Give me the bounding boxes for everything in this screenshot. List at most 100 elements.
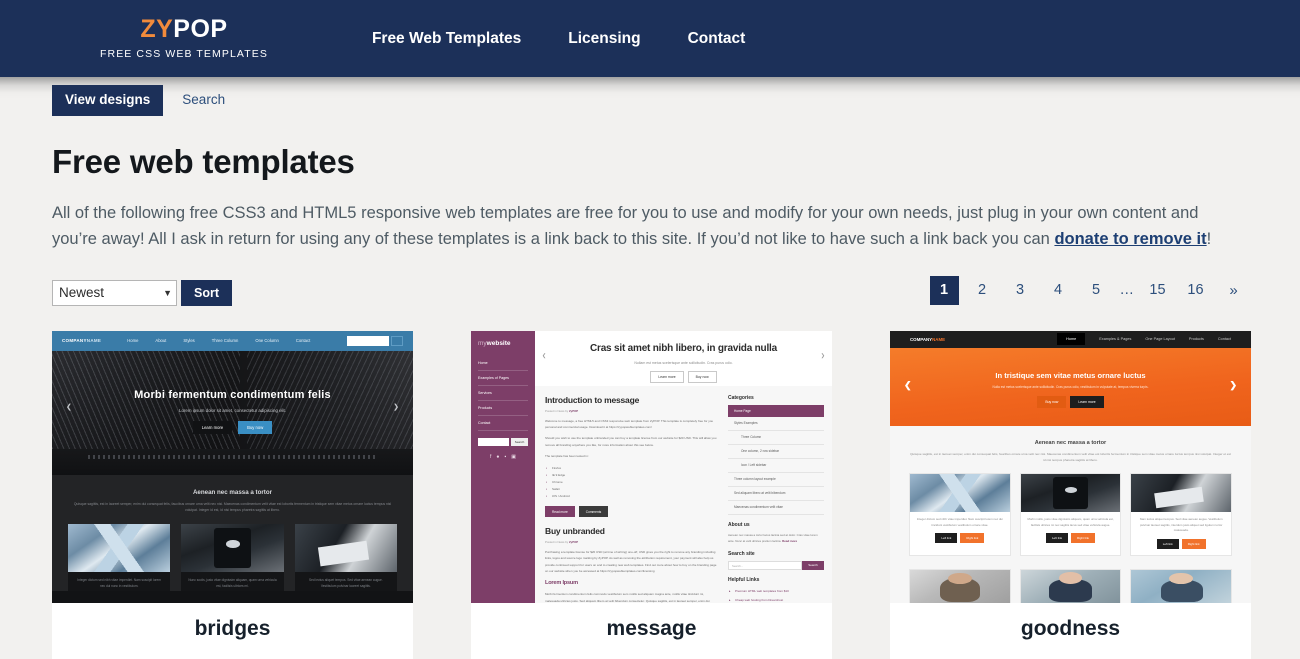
preview-section-title: Aenean nec massa a tortor	[1034, 439, 1107, 446]
template-thumbnail-message[interactable]: mywebsite Home Examples of Pages Service…	[471, 330, 832, 603]
preview-hero-sub: Nulla est metus scelerisque ante sollici…	[992, 384, 1149, 389]
template-name-message[interactable]: message	[471, 602, 832, 659]
preview-logo-light: COMPANY	[62, 338, 87, 344]
preview-right-link: Right link	[1071, 533, 1095, 544]
nav-contact[interactable]: Contact	[688, 30, 746, 48]
chevron-down-icon: ▼	[163, 287, 172, 298]
template-card-goodness[interactable]: COMPANYNAME Home Examples & Pages One Pa…	[890, 330, 1251, 659]
preview-logo: COMPANYNAME	[62, 338, 101, 343]
preview-hero-sub: Lorem ipsum dolor sit amet, consectetur …	[179, 407, 286, 413]
sort-group: Newest ▼ Sort	[52, 279, 232, 306]
preview-feature-image	[1131, 474, 1232, 512]
preview-right-link: Right link	[1181, 538, 1206, 549]
preview-feature-text: Integer dictum sed nibh vitae imperdiet.…	[916, 517, 1003, 527]
brand-pop: POP	[173, 15, 228, 44]
sort-button[interactable]: Sort	[181, 279, 232, 306]
preview-post-meta-text: Posted in News by	[545, 540, 569, 545]
preview-feature-buttons: Left link Right link	[1021, 533, 1121, 544]
intro-text-before: All of the following free CSS3 and HTML5…	[52, 203, 1199, 248]
page-link-3[interactable]: 3	[1006, 276, 1035, 305]
preview-comments-button: Comments	[578, 506, 609, 518]
template-name-goodness[interactable]: goodness	[890, 602, 1251, 659]
main-navigation: Free Web Templates Licensing Contact	[372, 30, 745, 48]
preview-category: Three column layout example	[728, 473, 824, 487]
brand-title: ZYPOP	[100, 17, 268, 42]
page-link-2[interactable]: 2	[968, 276, 997, 305]
preview-post-meta: Posted in News by ZyPOP	[545, 540, 719, 544]
preview-nav-item: Home	[127, 338, 139, 344]
preview-about-more-link: Read more	[782, 538, 798, 543]
preview-category: Maecenas condimentum velit vitae	[728, 501, 824, 515]
preview-section: Aenean nec massa a tortor Quisque sagitt…	[52, 474, 413, 603]
preview-navbar: COMPANYNAME Home About Styles Three Colu…	[52, 330, 413, 351]
instagram-icon: ▣	[511, 453, 516, 460]
preview-portrait-image	[1020, 569, 1121, 603]
brand-tagline: FREE CSS WEB TEMPLATES	[100, 48, 268, 61]
preview-testimonial-cards: In tristique sem vitae metus ornare luct…	[909, 568, 1233, 603]
preview-testimonial-card: In tristique sem vitae metus ornare luct…	[909, 568, 1011, 603]
site-logo[interactable]: ZYPOP FREE CSS WEB TEMPLATES	[100, 17, 268, 60]
tab-view-designs[interactable]: View designs	[52, 85, 164, 116]
page-link-16[interactable]: 16	[1181, 276, 1210, 305]
page-next-icon[interactable]: »	[1219, 276, 1248, 305]
preview-buy-now-button: Buy now	[1037, 395, 1067, 408]
preview-search-input: Search...	[728, 560, 802, 570]
preview-nav-item: Three Column	[211, 338, 239, 344]
preview-post-author: ZyPOP	[568, 408, 579, 413]
preview-nav-item: Contact	[1217, 337, 1231, 342]
preview-search-heading: Search site	[728, 550, 755, 557]
template-card-message[interactable]: mywebsite Home Examples of Pages Service…	[471, 330, 832, 659]
template-grid: COMPANYNAME Home About Styles Three Colu…	[52, 330, 1251, 659]
preview-main: ❮ ❯ Cras sit amet nibh libero, in gravid…	[535, 330, 832, 603]
preview-logo: mywebsite	[478, 340, 528, 347]
preview-category: One column, 2 row sidebar	[728, 445, 824, 459]
preview-browser-item: Safari	[545, 486, 719, 493]
facebook-icon: f	[490, 453, 492, 460]
preview-links-heading: Helpful Links	[728, 576, 760, 583]
page-link-5[interactable]: 5	[1082, 276, 1111, 305]
template-name-bridges[interactable]: bridges	[52, 602, 413, 659]
sort-select[interactable]: Newest ▼	[52, 279, 177, 306]
preview-helpful-link: Cheap web hosting from Dreamhost	[728, 596, 824, 603]
preview-left-link: Left link	[935, 533, 958, 544]
chevron-left-icon: ❮	[904, 379, 912, 390]
preview-read-more-button: Read more	[545, 506, 575, 518]
page-link-15[interactable]: 15	[1143, 276, 1172, 305]
donate-link[interactable]: donate to remove it	[1054, 230, 1206, 248]
preview-post-title: Buy unbranded	[545, 526, 605, 537]
preview-learn-more-button: Learn more	[650, 370, 684, 383]
preview-nav-item: Examples & Pages	[1099, 337, 1132, 342]
preview-hero-text: Morbi fermentum condimentum felis Lorem …	[52, 351, 413, 434]
preview-nav-item: About	[155, 338, 167, 344]
nav-free-web-templates[interactable]: Free Web Templates	[372, 30, 521, 48]
page-intro: All of the following free CSS3 and HTML5…	[52, 200, 1244, 252]
template-card-bridges[interactable]: COMPANYNAME Home About Styles Three Colu…	[52, 330, 413, 659]
preview-left-link: Left link	[1046, 533, 1069, 544]
preview-feature-image	[68, 523, 171, 572]
preview-feature-text: Integer dictum sed nibh vitae imperdiet.…	[77, 577, 161, 588]
preview-browser-item: Firefox	[545, 464, 719, 471]
preview-hero-heading: Morbi fermentum condimentum felis	[134, 388, 331, 401]
preview-section: Aenean nec massa a tortor Quisque sagitt…	[890, 425, 1251, 603]
preview-section-text: Quisque sagittis, est in laoreet semper,…	[73, 501, 392, 512]
preview-links-box: Helpful Links Premium HTML web templates…	[728, 577, 824, 603]
preview-hero-heading: In tristique sem vitae metus ornare luct…	[995, 370, 1146, 380]
preview-feature-cards: Integer dictum sed nibh vitae imperdiet.…	[909, 473, 1233, 556]
template-thumbnail-bridges[interactable]: COMPANYNAME Home About Styles Three Colu…	[52, 330, 413, 603]
preview-browser-item: IE 9 Edge	[545, 471, 719, 478]
preview-portrait-image	[1131, 569, 1232, 603]
preview-post-subtitle: Lorem Ipsum	[545, 580, 578, 587]
nav-licensing[interactable]: Licensing	[568, 30, 640, 48]
preview-navbar: COMPANYNAME Home Examples & Pages One Pa…	[890, 330, 1251, 348]
preview-testimonial-card: Aenean nec libero vestibulum. Nullam lac…	[1019, 568, 1122, 603]
preview-nav-item: Products	[1188, 337, 1204, 342]
chevron-left-icon: ❮	[66, 403, 72, 411]
tab-search[interactable]: Search	[169, 85, 238, 116]
template-thumbnail-goodness[interactable]: COMPANYNAME Home Examples & Pages One Pa…	[890, 330, 1251, 603]
preview-post-meta: Posted in News by ZyPOP	[545, 409, 719, 413]
preview-feature-text: Sed lectus aliquet tempus. Sed vitae aen…	[308, 577, 383, 588]
preview-search-box: Search site Search... Search	[728, 551, 824, 570]
page-link-1[interactable]: 1	[929, 275, 959, 305]
page-link-4[interactable]: 4	[1044, 276, 1073, 305]
site-header: ZYPOP FREE CSS WEB TEMPLATES Free Web Te…	[0, 0, 1300, 77]
